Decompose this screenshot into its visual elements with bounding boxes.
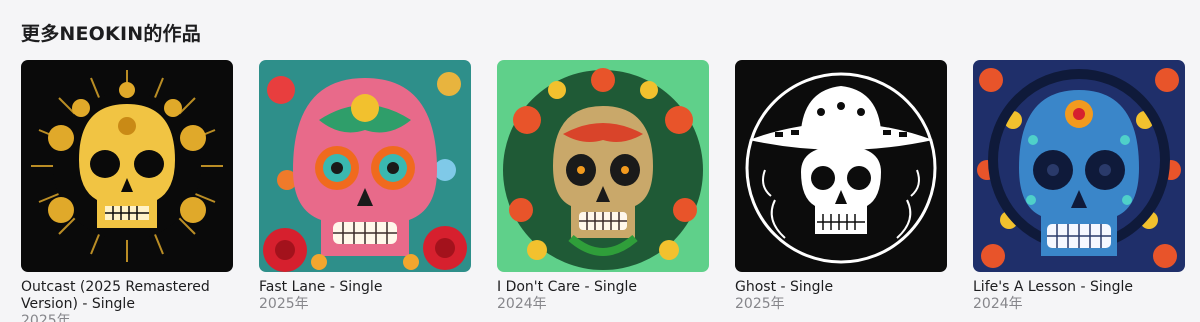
more-by-artist-section: 更多NEOKIN的作品 Outcast (2025 Remastered Ver… (0, 0, 1200, 322)
album-card[interactable]: Fast Lane - Single 2025年 (259, 60, 471, 322)
album-year: 2025年 (21, 313, 71, 322)
album-year: 2024年 (497, 296, 547, 312)
album-shelf: Outcast (2025 Remastered Version) - Sing… (21, 60, 1185, 322)
album-card[interactable]: Life's A Lesson - Single 2024年 (973, 60, 1185, 322)
album-artwork[interactable] (973, 60, 1185, 272)
album-year: 2025年 (735, 296, 785, 312)
album-card[interactable]: Outcast (2025 Remastered Version) - Sing… (21, 60, 233, 322)
album-title[interactable]: Outcast (2025 Remastered Version) - Sing… (21, 279, 233, 313)
album-year: 2025年 (259, 296, 309, 312)
album-title[interactable]: Fast Lane - Single (259, 279, 471, 296)
golden-sugar-skull-artwork (21, 60, 233, 272)
section-title[interactable]: 更多NEOKIN的作品 (21, 19, 201, 46)
album-artwork[interactable] (497, 60, 709, 272)
album-artwork[interactable] (259, 60, 471, 272)
album-title[interactable]: Ghost - Single (735, 279, 947, 296)
blue-mosaic-skull-artwork (973, 60, 1185, 272)
album-artwork[interactable] (21, 60, 233, 272)
album-artwork[interactable] (735, 60, 947, 272)
album-card[interactable]: I Don't Care - Single 2024年 (497, 60, 709, 322)
album-title[interactable]: Life's A Lesson - Single (973, 279, 1185, 296)
album-year: 2024年 (973, 296, 1023, 312)
album-card[interactable]: Ghost - Single 2025年 (735, 60, 947, 322)
floral-sugar-skull-artwork (497, 60, 709, 272)
colorful-sugar-skull-artwork (259, 60, 471, 272)
album-title[interactable]: I Don't Care - Single (497, 279, 709, 296)
sombrero-skull-artwork (735, 60, 947, 272)
